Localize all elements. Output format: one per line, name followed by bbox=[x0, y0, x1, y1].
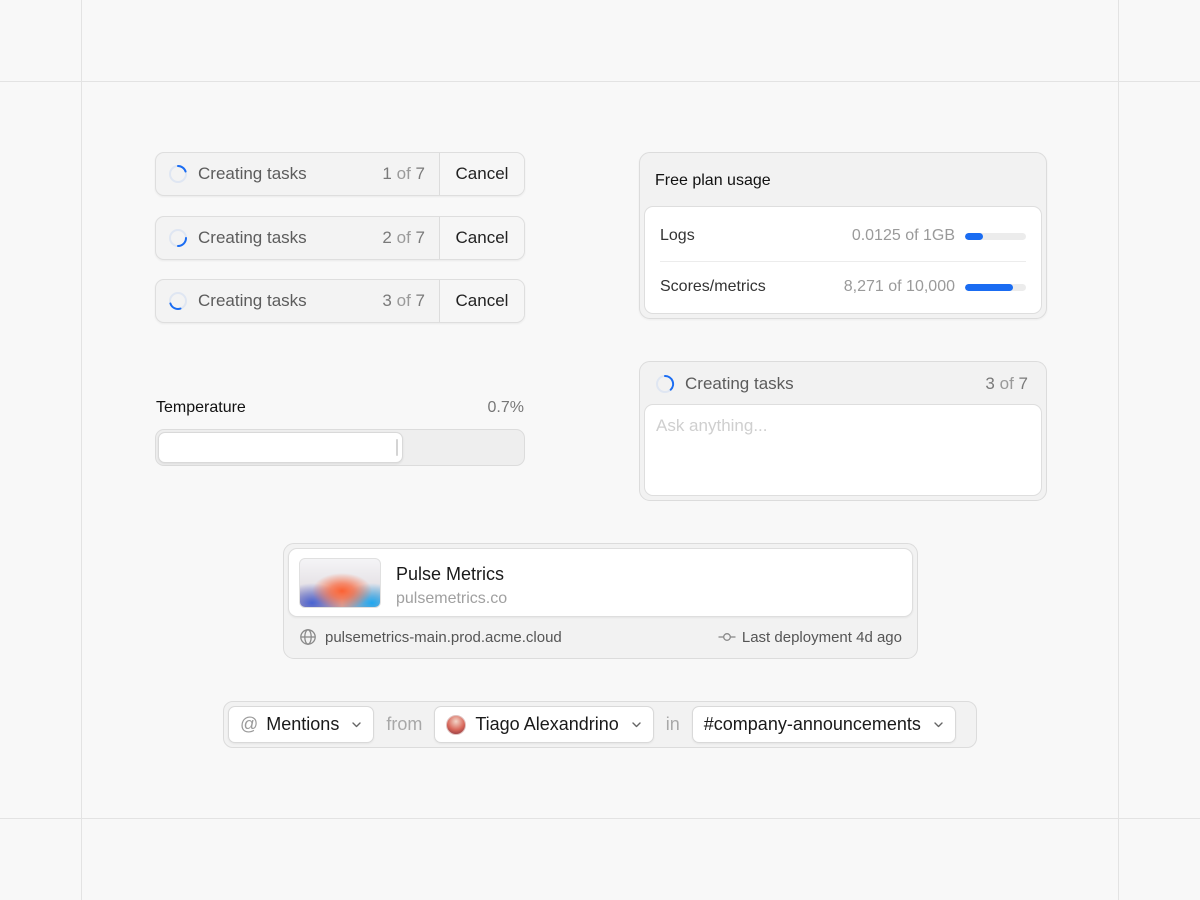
guide-line-right bbox=[1118, 0, 1119, 900]
usage-name: Logs bbox=[660, 227, 695, 244]
chevron-down-icon bbox=[352, 722, 362, 728]
task-progress-2: Creating tasks 2 of 7 Cancel bbox=[155, 216, 525, 260]
ask-input[interactable] bbox=[644, 404, 1042, 496]
usage-bar bbox=[965, 232, 1026, 240]
task-progress-1: Creating tasks 1 of 7 Cancel bbox=[155, 152, 525, 196]
chevron-down-icon bbox=[632, 722, 641, 728]
usage-row-scores: Scores/metrics 8,271 of 10,000 bbox=[660, 262, 1026, 312]
project-footer: pulsemetrics-main.prod.acme.cloud Last d… bbox=[299, 626, 902, 648]
project-domain[interactable]: pulsemetrics.co bbox=[396, 590, 507, 608]
deployment-status: Last deployment 4d ago bbox=[718, 628, 902, 646]
from-connector: from bbox=[386, 714, 423, 734]
temperature-slider[interactable] bbox=[155, 429, 525, 466]
usage-card: Free plan usage Logs 0.0125 of 1GB Score… bbox=[639, 152, 1047, 319]
usage-amount: 8,271 of 10,000 bbox=[843, 278, 955, 295]
chevron-down-icon bbox=[934, 722, 943, 728]
project-url[interactable]: pulsemetrics-main.prod.acme.cloud bbox=[325, 629, 718, 646]
usage-amount: 0.0125 of 1GB bbox=[851, 227, 955, 244]
guide-line-bottom bbox=[0, 818, 1200, 819]
commit-icon bbox=[718, 633, 736, 641]
type-label: Mentions bbox=[266, 714, 340, 734]
globe-icon bbox=[300, 629, 316, 645]
composer-status: Creating tasks 3 of 7 bbox=[655, 373, 1028, 395]
at-sign-icon: @ bbox=[240, 714, 259, 734]
usage-name: Scores/metrics bbox=[660, 278, 766, 295]
slider-fill bbox=[158, 432, 403, 463]
avatar bbox=[446, 714, 467, 735]
cancel-button[interactable]: Cancel bbox=[439, 280, 524, 322]
project-name: Pulse Metrics bbox=[396, 564, 505, 584]
cancel-button[interactable]: Cancel bbox=[439, 153, 524, 195]
composer-counter: 3 of 7 bbox=[985, 374, 1028, 393]
deployment-label: Last deployment 4d ago bbox=[741, 628, 902, 646]
spinner-icon bbox=[169, 165, 187, 183]
guide-line-left bbox=[81, 0, 82, 900]
spinner-icon bbox=[169, 292, 187, 310]
guide-line-top bbox=[0, 81, 1200, 82]
mention-filter-bar: @ Mentions from Tiago Alexandrino in #co… bbox=[223, 701, 977, 748]
in-connector: in bbox=[665, 714, 680, 734]
temperature-label: Temperature bbox=[156, 399, 246, 416]
task-label: Creating tasks bbox=[198, 164, 307, 183]
type-dropdown[interactable]: @ Mentions bbox=[228, 706, 375, 743]
chat-composer: Creating tasks 3 of 7 bbox=[639, 361, 1047, 501]
spinner-icon bbox=[169, 229, 187, 247]
task-label: Creating tasks bbox=[198, 228, 307, 247]
temperature-value: 0.7% bbox=[487, 399, 524, 416]
project-header[interactable]: Pulse Metrics pulsemetrics.co bbox=[288, 548, 913, 617]
spinner-icon bbox=[656, 374, 675, 393]
usage-bar-fill bbox=[965, 283, 1013, 291]
usage-title: Free plan usage bbox=[655, 172, 771, 189]
task-progress-3: Creating tasks 3 of 7 Cancel bbox=[155, 279, 525, 323]
usage-bar-fill bbox=[965, 232, 984, 240]
slider-handle[interactable] bbox=[395, 439, 398, 456]
composer-status-label: Creating tasks bbox=[685, 374, 794, 393]
usage-bar bbox=[965, 283, 1026, 291]
user-name: Tiago Alexandrino bbox=[475, 714, 619, 734]
user-dropdown[interactable]: Tiago Alexandrino bbox=[434, 706, 654, 743]
task-counter: 3 of 7 bbox=[382, 291, 425, 310]
cancel-button[interactable]: Cancel bbox=[439, 217, 524, 259]
task-counter: 1 of 7 bbox=[382, 164, 425, 183]
usage-row-logs: Logs 0.0125 of 1GB bbox=[660, 211, 1026, 261]
usage-list: Logs 0.0125 of 1GB Scores/metrics 8,271 … bbox=[644, 206, 1042, 314]
channel-name: #company-announcements bbox=[703, 714, 921, 734]
task-counter: 2 of 7 bbox=[382, 228, 425, 247]
channel-dropdown[interactable]: #company-announcements bbox=[691, 706, 956, 743]
task-label: Creating tasks bbox=[198, 291, 307, 310]
project-card[interactable]: Pulse Metrics pulsemetrics.co pulsemetri… bbox=[283, 543, 918, 659]
project-thumbnail bbox=[299, 558, 381, 608]
